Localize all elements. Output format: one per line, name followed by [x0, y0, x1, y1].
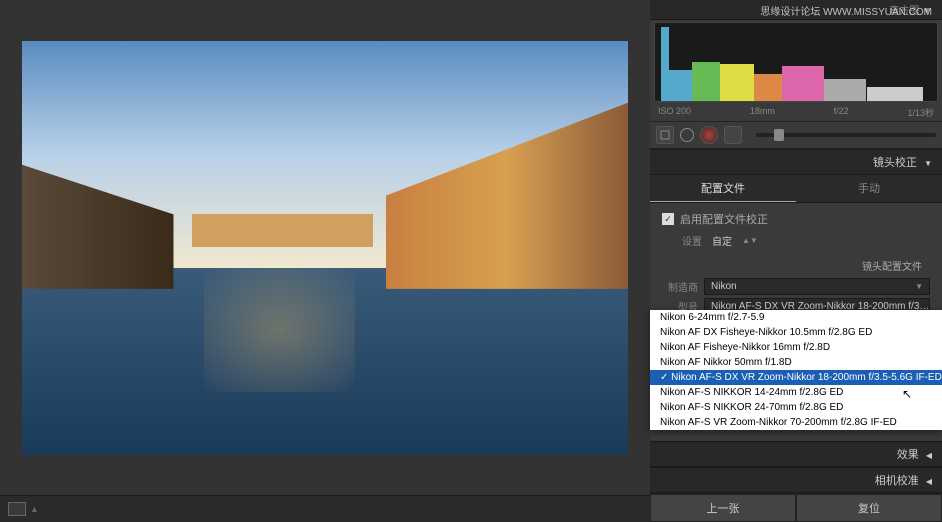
spot-tool-icon[interactable] [680, 128, 694, 142]
aperture-value: f/22 [834, 106, 849, 119]
footer-expand-icon[interactable]: ▲ [30, 504, 39, 514]
dropdown-item-label: Nikon AF Nikkor 50mm f/1.8D [660, 357, 792, 368]
histogram-bars [655, 23, 937, 101]
dropdown-item[interactable]: Nikon AF DX Fisheye-Nikkor 10.5mm f/2.8G… [650, 325, 942, 340]
collapsed-sections: 效果 ◀ 相机校准 ◀ 上一张 复位 [650, 441, 942, 522]
setting-label: 设置 [682, 233, 702, 248]
reset-button[interactable]: 复位 [796, 494, 942, 522]
right-panel: 直方图 ▼ ISO 200 18mm f/22 1/13秒 镜头校正 ▼ 配置文… [650, 0, 942, 522]
lens-correction-header[interactable]: 镜头校正 ▼ [650, 149, 942, 175]
camera-cal-title: 相机校准 [875, 475, 919, 487]
maker-row: 制造商 Nikon ▼ [662, 278, 930, 295]
nav-buttons: 上一张 复位 [650, 493, 942, 522]
profile-section: 镜头配置文件 制造商 Nikon ▼ 型号 Nikon AF-S DX VR Z… [662, 256, 930, 315]
watermark: 思缘设计论坛 WWW.MISSYUAN.COM [760, 3, 932, 18]
profile-section-title: 镜头配置文件 [662, 256, 930, 275]
maker-value: Nikon [711, 281, 737, 292]
dropdown-item[interactable]: Nikon AF Fisheye-Nikkor 16mm f/2.8D [650, 340, 942, 355]
photo-bridge [192, 214, 374, 247]
iso-value: ISO 200 [658, 106, 691, 119]
chevron-down-icon: ▼ [915, 282, 923, 291]
effects-header[interactable]: 效果 ◀ [650, 441, 942, 467]
dropdown-item-label: Nikon AF-S NIKKOR 24-70mm f/2.8G ED [660, 402, 843, 413]
lens-panel-body: ✓ 启用配置文件校正 设置 自定 ▲▼ 镜头配置文件 制造商 Nikon ▼ 型… [650, 203, 942, 326]
dropdown-item-label: Nikon AF-S DX VR Zoom-Nikkor 18-200mm f/… [671, 372, 942, 383]
maker-dropdown[interactable]: Nikon ▼ [704, 278, 930, 295]
dropdown-item[interactable]: Nikon AF-S NIKKOR 14-24mm f/2.8G ED ↖ [650, 385, 942, 400]
collapse-icon: ◀ [926, 477, 932, 486]
photo-preview[interactable] [22, 41, 628, 455]
dropdown-item-label: Nikon AF-S NIKKOR 14-24mm f/2.8G ED [660, 387, 843, 398]
dropdown-item-label: Nikon AF DX Fisheye-Nikkor 10.5mm f/2.8G… [660, 327, 872, 338]
enable-profile-checkbox[interactable]: ✓ [662, 213, 674, 225]
histogram[interactable] [654, 22, 938, 102]
enable-profile-row: ✓ 启用配置文件校正 [662, 211, 930, 227]
collapse-icon: ▼ [924, 159, 932, 168]
photo-reflection [204, 268, 356, 392]
setting-value[interactable]: 自定 [712, 233, 732, 248]
gradient-tool-icon[interactable] [724, 126, 742, 144]
dropdown-item[interactable]: Nikon 6-24mm f/2.7-5.9 [650, 310, 942, 325]
model-dropdown-list: Nikon 6-24mm f/2.7-5.9 Nikon AF DX Fishe… [650, 310, 942, 430]
check-icon: ✓ [660, 372, 671, 383]
dropdown-item[interactable]: ✓ Nikon AF-S DX VR Zoom-Nikkor 18-200mm … [650, 370, 942, 385]
histogram-info: ISO 200 18mm f/22 1/13秒 [650, 104, 942, 121]
crop-tool-icon[interactable] [656, 126, 674, 144]
maker-label: 制造商 [662, 279, 704, 294]
camera-cal-header[interactable]: 相机校准 ◀ [650, 467, 942, 493]
footer-toolbar: ▲ [0, 495, 650, 522]
redeye-tool-icon[interactable] [700, 126, 718, 144]
tab-manual[interactable]: 手动 [796, 175, 942, 202]
dropdown-item[interactable]: Nikon AF-S VR Zoom-Nikkor 70-200mm f/2.8… [650, 415, 942, 430]
cursor-icon: ↖ [902, 387, 912, 401]
shutter-value: 1/13秒 [907, 106, 934, 119]
dropdown-item[interactable]: Nikon AF Nikkor 50mm f/1.8D [650, 355, 942, 370]
lens-tabs: 配置文件 手动 [650, 175, 942, 203]
tab-profile[interactable]: 配置文件 [650, 175, 796, 202]
tool-strip [650, 121, 942, 149]
effects-title: 效果 [897, 449, 919, 461]
grid-view-icon[interactable] [8, 502, 26, 516]
setting-arrows-icon[interactable]: ▲▼ [742, 236, 758, 245]
setting-row: 设置 自定 ▲▼ [682, 233, 930, 248]
dropdown-item[interactable]: Nikon AF-S NIKKOR 24-70mm f/2.8G ED [650, 400, 942, 415]
dropdown-item-label: Nikon AF-S VR Zoom-Nikkor 70-200mm f/2.8… [660, 417, 897, 428]
slider-thumb[interactable] [774, 129, 784, 141]
prev-button[interactable]: 上一张 [650, 494, 796, 522]
dropdown-item-label: Nikon 6-24mm f/2.7-5.9 [660, 312, 765, 323]
collapse-icon: ◀ [926, 451, 932, 460]
tool-slider[interactable] [756, 133, 936, 137]
focal-value: 18mm [750, 106, 775, 119]
lens-correction-title: 镜头校正 [873, 157, 917, 169]
dropdown-item-label: Nikon AF Fisheye-Nikkor 16mm f/2.8D [660, 342, 830, 353]
main-preview-area [0, 0, 650, 495]
enable-profile-label: 启用配置文件校正 [680, 211, 768, 227]
